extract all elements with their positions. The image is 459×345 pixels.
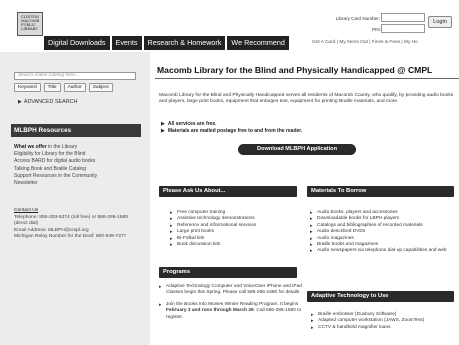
materials-heading: Materials To Borrow	[307, 186, 454, 197]
contact-telephone: Telephone: 855-203-5274 (toll free) or 5…	[14, 214, 128, 227]
advanced-search-label: ADVANCED SEARCH	[23, 99, 78, 105]
sidebar: Search online catalog here... Keyword Ti…	[0, 52, 150, 345]
account-links[interactable]: Get A Card | My Items Out | Fines & Fees…	[312, 40, 418, 45]
adaptive-tech-list: Braille embosser (Duxbury Software) Adap…	[311, 312, 453, 332]
adaptive-tech-heading: Adaptive Technology to Use	[307, 291, 454, 302]
author-button[interactable]: Author	[63, 83, 86, 92]
resources-heading: MLBPH Resources	[11, 124, 141, 137]
title-button[interactable]: Title	[43, 83, 61, 92]
contact-heading[interactable]: Contact Us	[14, 208, 139, 215]
nav-events[interactable]: Events	[111, 36, 142, 50]
ask-us-heading: Please Ask Us About...	[159, 186, 297, 197]
bullet-free: ▶ All services are free.	[161, 121, 217, 127]
subject-button[interactable]: Subject	[88, 83, 113, 92]
site-header: CLINTON MACOMB PUBLIC LIBRARY Digital Do…	[0, 0, 459, 52]
advanced-search-link[interactable]: ▶ ADVANCED SEARCH	[18, 99, 77, 105]
nav-digital-downloads[interactable]: Digital Downloads	[44, 36, 110, 50]
programs-heading: Programs	[159, 267, 297, 278]
resource-link-support[interactable]: Support Resources in the Community	[14, 173, 139, 180]
page-title: Macomb Library for the Blind and Physica…	[157, 65, 433, 75]
bullet-postage: ▶ Materials are mailed postage free to an…	[161, 128, 303, 134]
resource-link-bard[interactable]: Access BARD for digital audio books	[14, 158, 139, 165]
program-item: Join the Books Into Movies Winter Readin…	[159, 302, 305, 321]
triangle-right-icon: ▶	[161, 121, 165, 127]
materials-list: Audio books, players and accessories Dow…	[310, 210, 452, 255]
library-card-label: Library Card Number:	[335, 16, 380, 21]
nav-research-homework[interactable]: Research & Homework	[143, 36, 226, 50]
logo-text: CLINTON MACOMB PUBLIC LIBRARY	[21, 15, 40, 31]
resources-list: What we offer in the Library Eligibility…	[14, 144, 139, 187]
resource-link-newsletter[interactable]: Newsletter	[14, 180, 139, 187]
programs-list: Adaptive Technology Computer and VoiceOv…	[159, 284, 305, 326]
login-button[interactable]: Login	[428, 16, 452, 28]
contact-relay: Michigan Relay Number for the Deaf: 800-…	[14, 234, 127, 240]
offer-heading: What we offer in the Library	[14, 144, 78, 150]
nav-we-recommend[interactable]: We Recommend	[227, 36, 289, 50]
library-card-input[interactable]	[381, 13, 425, 22]
resource-link-catalog[interactable]: Talking Book and Braille Catalog	[14, 166, 139, 173]
intro-paragraph: Macomb Library for the Blind and Physica…	[159, 93, 454, 105]
library-logo[interactable]: CLINTON MACOMB PUBLIC LIBRARY	[17, 12, 43, 36]
resource-link-eligibility[interactable]: Eligibility for Library for the Blind	[14, 151, 139, 158]
keyword-button[interactable]: Keyword	[14, 83, 41, 92]
triangle-right-icon: ▶	[161, 128, 165, 134]
pin-input[interactable]	[381, 24, 425, 33]
title-divider	[155, 78, 459, 79]
service-bullets: ▶ All services are free. ▶ Materials are m…	[161, 121, 302, 135]
contact-info: Contact Us Telephone: 855-203-5274 (toll…	[14, 208, 139, 241]
list-item: CCTV & handheld magnifier loans	[311, 325, 453, 332]
search-type-buttons: Keyword Title Author Subject	[14, 83, 113, 92]
triangle-right-icon: ▶	[18, 99, 22, 105]
program-item: Adaptive Technology Computer and VoiceOv…	[159, 284, 305, 297]
catalog-search-input[interactable]: Search online catalog here...	[14, 72, 136, 80]
ask-us-list: Free computer training Assistive technol…	[170, 210, 296, 249]
list-item[interactable]: Audio newspapers via telephone dial-up c…	[310, 248, 452, 255]
list-item[interactable]: Book discussion kits	[170, 242, 296, 249]
pin-label: PIN:	[372, 27, 381, 32]
download-application-button[interactable]: Download MLBPH Application	[238, 144, 356, 155]
main-nav: Digital Downloads Events Research & Home…	[44, 36, 289, 50]
